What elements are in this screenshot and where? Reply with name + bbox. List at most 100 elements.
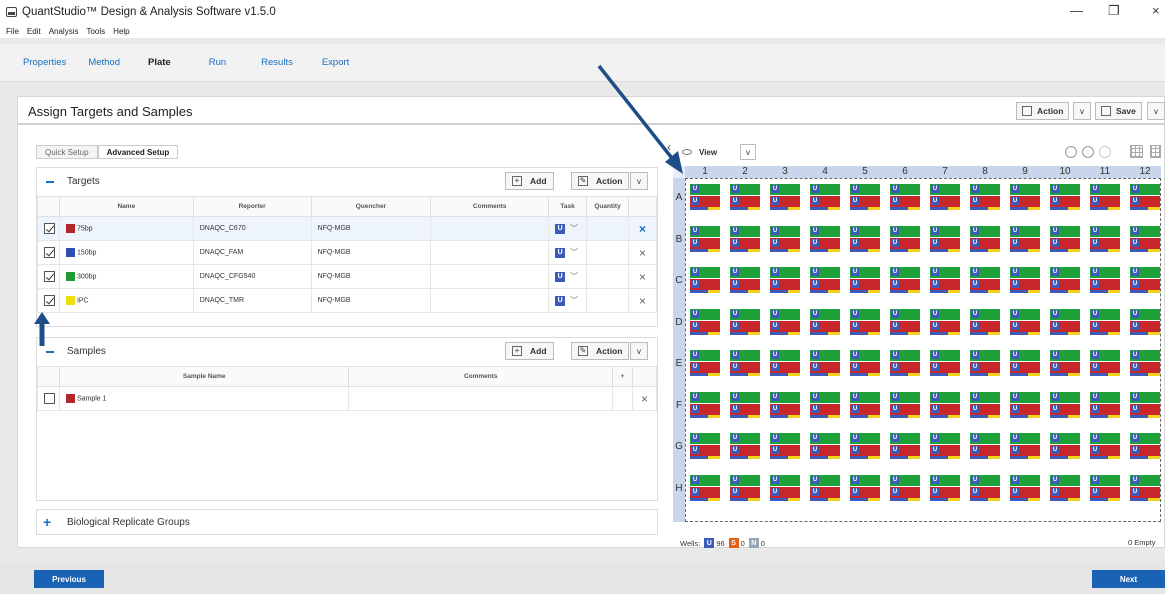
well-F4[interactable]: UU — [810, 391, 840, 418]
well-F9[interactable]: UU — [1010, 391, 1040, 418]
task-badge[interactable]: U — [555, 295, 566, 306]
table-row[interactable]: 75bp DNAQC_C670 NFQ-MGB U ﹀ × — [37, 216, 657, 241]
column-header-9[interactable]: 9 — [1005, 166, 1045, 180]
column-header-5[interactable]: 5 — [845, 166, 885, 180]
table-row[interactable]: IPC DNAQC_TMR NFQ-MGB U ﹀ × — [37, 288, 657, 313]
next-button[interactable]: Next — [1092, 570, 1165, 588]
target-quencher[interactable]: NFQ-MGB — [310, 288, 432, 313]
well-F10[interactable]: UU — [1050, 391, 1080, 418]
col-quantity[interactable]: Quantity — [586, 196, 629, 217]
well-C12[interactable]: UU — [1130, 267, 1160, 293]
well-F2[interactable]: UU — [730, 391, 760, 418]
well-F1[interactable]: UU — [690, 391, 720, 418]
minimize-icon[interactable]: — — [1070, 3, 1083, 18]
column-header-12[interactable]: 12 — [1125, 166, 1165, 180]
well-D8[interactable]: UU — [970, 308, 1000, 335]
well-B9[interactable]: UU — [1010, 225, 1040, 252]
well-D3[interactable]: UU — [770, 308, 800, 335]
well-F8[interactable]: UU — [970, 391, 1000, 418]
well-D6[interactable]: UU — [890, 308, 920, 335]
menu-tools[interactable]: Tools — [86, 27, 105, 36]
well-B12[interactable]: UU — [1130, 225, 1160, 252]
well-C6[interactable]: UU — [890, 267, 920, 293]
tab-export[interactable]: Export — [322, 57, 349, 68]
well-G1[interactable]: UU — [690, 433, 720, 459]
col-sample-name[interactable]: Sample Name — [58, 366, 350, 387]
expand-icon[interactable]: + — [43, 514, 51, 530]
column-header-10[interactable]: 10 — [1045, 166, 1085, 180]
add-target-button[interactable]: + Add — [505, 172, 554, 190]
well-A12[interactable]: UU — [1130, 184, 1160, 210]
close-icon[interactable]: × — [1152, 3, 1160, 18]
well-E4[interactable]: UU — [810, 350, 840, 376]
collapse-icon[interactable] — [46, 351, 54, 353]
color-swatch[interactable] — [65, 248, 75, 257]
menu-help[interactable]: Help — [113, 27, 129, 36]
well-B1[interactable]: UU — [690, 225, 720, 252]
target-quantity[interactable] — [586, 240, 629, 265]
well-C2[interactable]: UU — [730, 267, 760, 293]
well-A9[interactable]: UU — [1010, 184, 1040, 210]
target-reporter[interactable]: DNAQC_TMR — [192, 288, 312, 313]
well-B10[interactable]: UU — [1050, 225, 1080, 252]
target-quantity[interactable] — [586, 288, 629, 313]
bio-groups-panel[interactable]: + Biological Replicate Groups — [36, 509, 658, 535]
column-header-11[interactable]: 11 — [1085, 166, 1125, 180]
well-H4[interactable]: UU — [810, 474, 840, 501]
col-task[interactable]: Task — [548, 196, 588, 217]
well-H1[interactable]: UU — [690, 474, 720, 501]
target-quantity[interactable] — [586, 264, 629, 289]
color-swatch[interactable] — [65, 394, 75, 403]
target-checkbox[interactable] — [44, 247, 55, 258]
well-D11[interactable]: UU — [1090, 308, 1120, 335]
well-C5[interactable]: UU — [850, 267, 880, 293]
column-header-6[interactable]: 6 — [885, 166, 925, 180]
well-B4[interactable]: UU — [810, 225, 840, 252]
row-header-F[interactable]: F — [673, 400, 685, 411]
col-comments[interactable]: Comments — [430, 196, 550, 217]
well-D12[interactable]: UU — [1130, 308, 1160, 335]
well-H12[interactable]: UU — [1130, 474, 1160, 501]
well-D5[interactable]: UU — [850, 308, 880, 335]
tab-method[interactable]: Method — [88, 57, 120, 68]
well-F6[interactable]: UU — [890, 391, 920, 418]
row-header-H[interactable]: H — [673, 483, 685, 494]
well-B3[interactable]: UU — [770, 225, 800, 252]
well-F3[interactable]: UU — [770, 391, 800, 418]
well-D4[interactable]: UU — [810, 308, 840, 335]
tab-results[interactable]: Results — [261, 57, 293, 68]
row-header-C[interactable]: C — [673, 275, 685, 286]
well-E5[interactable]: UU — [850, 350, 880, 376]
well-H9[interactable]: UU — [1010, 474, 1040, 501]
add-column-icon[interactable]: + — [612, 366, 633, 387]
well-F5[interactable]: UU — [850, 391, 880, 418]
well-G11[interactable]: UU — [1090, 433, 1120, 459]
chevron-down-icon[interactable]: ﹀ — [570, 248, 578, 257]
well-A11[interactable]: UU — [1090, 184, 1120, 210]
sample-comments[interactable] — [348, 386, 614, 411]
well-C11[interactable]: UU — [1090, 267, 1120, 293]
row-header-B[interactable]: B — [673, 234, 685, 245]
remove-target-icon[interactable]: × — [628, 240, 657, 265]
well-E3[interactable]: UU — [770, 350, 800, 376]
add-sample-button[interactable]: + Add — [505, 342, 554, 360]
well-G6[interactable]: UU — [890, 433, 920, 459]
remove-sample-icon[interactable]: × — [632, 386, 657, 411]
target-checkbox[interactable] — [44, 271, 55, 282]
target-quencher[interactable]: NFQ-MGB — [310, 240, 432, 265]
chevron-down-icon[interactable]: ﹀ — [570, 224, 578, 233]
grid-view-icon[interactable] — [1130, 145, 1143, 158]
task-badge[interactable]: U — [555, 223, 566, 234]
well-D7[interactable]: UU — [930, 308, 960, 335]
well-E1[interactable]: UU — [690, 350, 720, 376]
well-C8[interactable]: UU — [970, 267, 1000, 293]
well-A1[interactable]: UU — [690, 184, 720, 210]
row-header-D[interactable]: D — [673, 317, 685, 328]
column-header-2[interactable]: 2 — [725, 166, 765, 180]
target-reporter[interactable]: DNAQC_C670 — [192, 216, 312, 241]
samples-action-button[interactable]: ✎ Action — [571, 342, 630, 360]
well-A8[interactable]: UU — [970, 184, 1000, 210]
sample-checkbox[interactable] — [44, 393, 55, 404]
target-comments[interactable] — [430, 264, 550, 289]
well-B8[interactable]: UU — [970, 225, 1000, 252]
